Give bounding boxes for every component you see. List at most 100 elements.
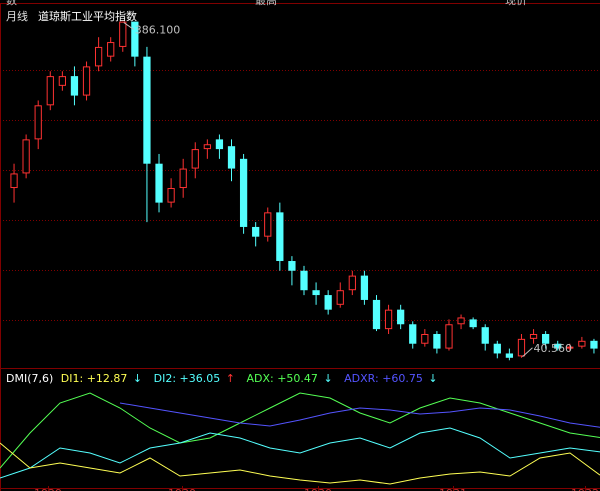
candle-body bbox=[505, 353, 514, 358]
candle bbox=[348, 270, 356, 296]
top-left-label: 数 bbox=[6, 0, 17, 7]
candle bbox=[143, 46, 151, 223]
candle-body bbox=[107, 42, 115, 57]
candle bbox=[264, 207, 272, 242]
candle-body bbox=[288, 261, 296, 271]
candle-body bbox=[445, 324, 453, 349]
candle bbox=[433, 331, 441, 354]
candle-body bbox=[82, 66, 91, 96]
candle-body bbox=[94, 46, 103, 67]
candle bbox=[58, 71, 66, 91]
candle-body bbox=[312, 290, 320, 296]
candle-body bbox=[517, 338, 526, 357]
candle-body bbox=[300, 270, 308, 291]
candle-body bbox=[119, 21, 127, 47]
candle-body bbox=[46, 76, 54, 106]
dmi-legend-title: DMI(7,6) bbox=[6, 372, 53, 385]
candles bbox=[10, 21, 598, 361]
legend-di1: DI1: +12.87 bbox=[61, 372, 128, 385]
candle bbox=[119, 21, 127, 52]
candle bbox=[276, 202, 284, 271]
dmi-legend: DMI(7,6) DI1: +12.87 ↓ DI2: +36.05 ↑ ADX… bbox=[6, 372, 438, 385]
candle-body bbox=[239, 158, 248, 227]
legend-di2: DI2: +36.05 bbox=[154, 372, 221, 385]
candle-body bbox=[215, 139, 224, 150]
candle bbox=[191, 142, 199, 179]
candle-body bbox=[22, 139, 30, 174]
top-mid-label: 最高 bbox=[255, 0, 277, 7]
candle-body bbox=[167, 188, 175, 203]
candle bbox=[397, 304, 405, 330]
candle bbox=[155, 153, 163, 213]
candle bbox=[384, 304, 393, 334]
candle-body bbox=[155, 163, 163, 203]
candle-body bbox=[70, 76, 79, 96]
candle-body bbox=[203, 144, 211, 150]
candle-body bbox=[264, 212, 272, 237]
legend-di2-arrow: ↑ bbox=[226, 372, 235, 385]
candle bbox=[252, 222, 260, 247]
candle-body bbox=[34, 105, 42, 140]
candle bbox=[409, 321, 417, 349]
candle-body bbox=[276, 212, 284, 262]
candle-body bbox=[469, 319, 477, 328]
index-title: 道琼斯工业平均指数 bbox=[38, 9, 137, 23]
candle-body bbox=[384, 309, 393, 330]
candle-body bbox=[336, 290, 344, 305]
candle-body bbox=[360, 275, 369, 300]
candle-body bbox=[397, 309, 405, 325]
candle bbox=[324, 290, 332, 315]
candle bbox=[360, 270, 369, 305]
dmi-indicator bbox=[0, 392, 600, 485]
candle bbox=[421, 329, 429, 347]
candle-body bbox=[227, 146, 236, 169]
candle-body bbox=[421, 333, 429, 344]
candle bbox=[590, 338, 598, 354]
candle bbox=[469, 317, 477, 330]
max-annotation: 386.100 bbox=[135, 24, 181, 37]
candle-body bbox=[324, 295, 332, 310]
candle bbox=[70, 66, 79, 106]
candle-body bbox=[409, 324, 417, 344]
candle bbox=[82, 61, 91, 101]
candle bbox=[34, 100, 42, 150]
candle-body bbox=[493, 343, 501, 354]
candle bbox=[203, 139, 211, 159]
legend-adxr-arrow: ↓ bbox=[428, 372, 437, 385]
candle bbox=[239, 153, 248, 234]
candle bbox=[167, 178, 175, 208]
candle bbox=[46, 71, 54, 111]
candle-body bbox=[578, 340, 586, 347]
candle bbox=[445, 319, 453, 351]
candle bbox=[10, 163, 18, 203]
candle bbox=[493, 340, 501, 359]
top-right-label: 现价 bbox=[505, 0, 527, 7]
candle-body bbox=[143, 56, 151, 164]
candle bbox=[107, 37, 115, 62]
candle-body bbox=[10, 173, 18, 189]
min-annotation: 40.560 bbox=[533, 342, 572, 355]
candle bbox=[312, 282, 320, 305]
series-di1-line bbox=[0, 442, 600, 485]
series-di2-line bbox=[0, 427, 600, 479]
candle bbox=[94, 37, 103, 72]
candle-body bbox=[481, 327, 489, 344]
candle-body bbox=[372, 299, 381, 330]
candle bbox=[179, 158, 187, 198]
candle-body bbox=[58, 76, 66, 86]
chart-area: 386.10040.560 19291930193019311932 数 最高 … bbox=[0, 0, 600, 491]
candle-body bbox=[590, 340, 598, 349]
candle-body bbox=[252, 226, 260, 237]
candle-body bbox=[348, 275, 356, 291]
period-label: 月线 bbox=[6, 9, 28, 23]
series-adxr-line bbox=[119, 402, 600, 428]
candle bbox=[505, 348, 514, 361]
candle bbox=[481, 324, 489, 351]
series-adx-line bbox=[0, 392, 600, 469]
candle-body bbox=[457, 317, 465, 325]
candle bbox=[578, 336, 586, 349]
candle bbox=[227, 139, 236, 182]
candle-body bbox=[179, 168, 187, 189]
candle bbox=[457, 314, 465, 330]
candle bbox=[517, 333, 526, 358]
